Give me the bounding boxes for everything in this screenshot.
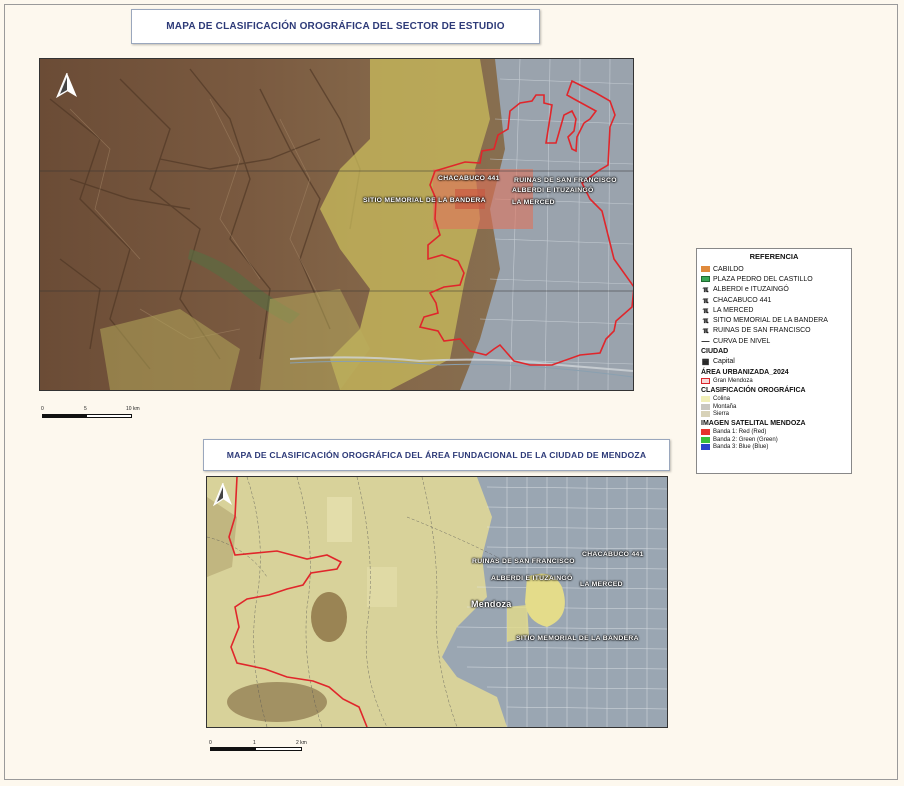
map2-label-mendoza: Mendoza [471, 599, 512, 609]
legend-section-clasificacion: CLASIFICACIÓN OROGRÁFICA [701, 386, 806, 394]
north-arrow-icon [56, 73, 77, 99]
map1-label-chacabuco: CHACABUCO 441 [438, 175, 500, 182]
map2-frame: RUINAS DE SAN FRANCISCO CHACABUCO 441 AL… [206, 476, 668, 728]
monument-icon: ℼ [702, 295, 709, 305]
legend-item-plaza: PLAZA PEDRO DEL CASTILLO [701, 274, 847, 284]
legend-label: PLAZA PEDRO DEL CASTILLO [713, 275, 813, 283]
legend-label: Gran Mendoza [713, 378, 753, 385]
legend-label: CHACABUCO 441 [713, 296, 772, 304]
legend-item-colina: Colina [701, 395, 847, 403]
legend-label: CABILDO [713, 265, 744, 273]
legend-item-montana: Montaña [701, 403, 847, 411]
legend-label: Montaña [713, 403, 737, 410]
legend-item-sitio: ℼ SITIO MEMORIAL DE LA BANDERA [701, 315, 847, 325]
sierra-swatch [701, 411, 710, 418]
legend-item-capital: ▦ Capital [701, 357, 847, 367]
legend-label: Sierra [713, 411, 730, 418]
legend-item-sierra: Sierra [701, 410, 847, 418]
legend-label: Banda 1: Red (Red) [713, 429, 767, 436]
map2-label-chacabuco: CHACABUCO 441 [582, 551, 644, 558]
map1-frame: CHACABUCO 441 RUINAS DE SAN FRANCISCO AL… [39, 58, 634, 391]
map2-satellite-image [207, 477, 667, 727]
plaza-swatch [701, 276, 710, 283]
area-outline-swatch [701, 378, 710, 385]
legend-panel: REFERENCIA CABILDO PLAZA PEDRO DEL CASTI… [696, 248, 852, 474]
legend-label: LA MERCED [713, 306, 754, 314]
legend-item-gran-mendoza: Gran Mendoza [701, 377, 847, 385]
legend-section-area: ÁREA URBANIZADA_2024 [701, 368, 789, 376]
legend-item-chacabuco: ℼ CHACABUCO 441 [701, 295, 847, 305]
band-blue-swatch [701, 444, 710, 451]
legend-item-banda2: Banda 2: Green (Green) [701, 436, 847, 444]
map2-label-sitio: SITIO MEMORIAL DE LA BANDERA [516, 635, 639, 642]
map1-label-ruinas: RUINAS DE SAN FRANCISCO [514, 177, 617, 184]
map2-label-alberdi: ALBERDI E ITUZAINGÓ [491, 575, 573, 582]
legend-label: CURVA DE NIVEL [713, 337, 771, 345]
legend-label: Capital [713, 358, 735, 366]
legend-item-ruinas: ℼ RUINAS DE SAN FRANCISCO [701, 326, 847, 336]
map1-label-alberdi: ALBERDI E ITUZAINGÓ [512, 187, 594, 194]
legend-section-imagen: IMAGEN SATELITAL MENDOZA [701, 419, 806, 427]
map1-satellite-image [40, 59, 633, 390]
legend-item-cabildo: CABILDO [701, 264, 847, 274]
band-red-swatch [701, 429, 710, 436]
map1-scale-5: 5 [84, 406, 87, 412]
map2-scale-bar [210, 747, 302, 751]
map1-scale-bar [42, 414, 132, 418]
city-icon: ▦ [701, 357, 710, 367]
map1-scale-10: 10 km [126, 406, 140, 412]
map2-scale-1: 1 [253, 740, 256, 746]
legend-label: ALBERDI e ITUZAINGÓ [713, 286, 789, 294]
map1-scale-0: 0 [41, 406, 44, 412]
legend-title: REFERENCIA [749, 252, 799, 261]
map1-label-sitio: SITIO MEMORIAL DE LA BANDERA [363, 197, 486, 204]
monument-icon: ℼ [702, 326, 709, 336]
map2-label-ruinas: RUINAS DE SAN FRANCISCO [472, 558, 575, 565]
map2-label-merced: LA MERCED [580, 581, 623, 588]
monument-icon: ℼ [702, 285, 709, 295]
legend-item-curva: — CURVA DE NIVEL [701, 336, 847, 346]
band-green-swatch [701, 436, 710, 443]
map2-title: MAPA DE CLASIFICACIÓN OROGRÁFICA DEL ÁRE… [203, 439, 670, 471]
legend-label: Colina [713, 395, 731, 402]
legend-section-ciudad: CIUDAD [701, 348, 729, 356]
monument-icon: ℼ [702, 316, 709, 326]
legend-label: SITIO MEMORIAL DE LA BANDERA [713, 317, 828, 325]
legend-label: Banda 2: Green (Green) [713, 436, 778, 443]
legend-item-banda3: Banda 3: Blue (Blue) [701, 443, 847, 451]
map2-scale-2: 2 km [296, 740, 307, 746]
map1-label-merced: LA MERCED [512, 199, 555, 206]
legend-item-alberdi: ℼ ALBERDI e ITUZAINGÓ [701, 285, 847, 295]
map2-scale-0: 0 [209, 740, 212, 746]
colina-swatch [701, 395, 710, 402]
monument-icon: ℼ [702, 305, 709, 315]
legend-item-merced: ℼ LA MERCED [701, 305, 847, 315]
map1-title: MAPA DE CLASIFICACIÓN OROGRÁFICA DEL SEC… [131, 9, 540, 44]
north-arrow-icon [213, 483, 232, 507]
legend-label: Banda 3: Blue (Blue) [713, 444, 769, 451]
legend-label: RUINAS DE SAN FRANCISCO [713, 327, 811, 335]
contour-line-icon: — [701, 336, 710, 346]
cabildo-swatch [701, 266, 710, 273]
montana-swatch [701, 403, 710, 410]
legend-item-banda1: Banda 1: Red (Red) [701, 428, 847, 436]
